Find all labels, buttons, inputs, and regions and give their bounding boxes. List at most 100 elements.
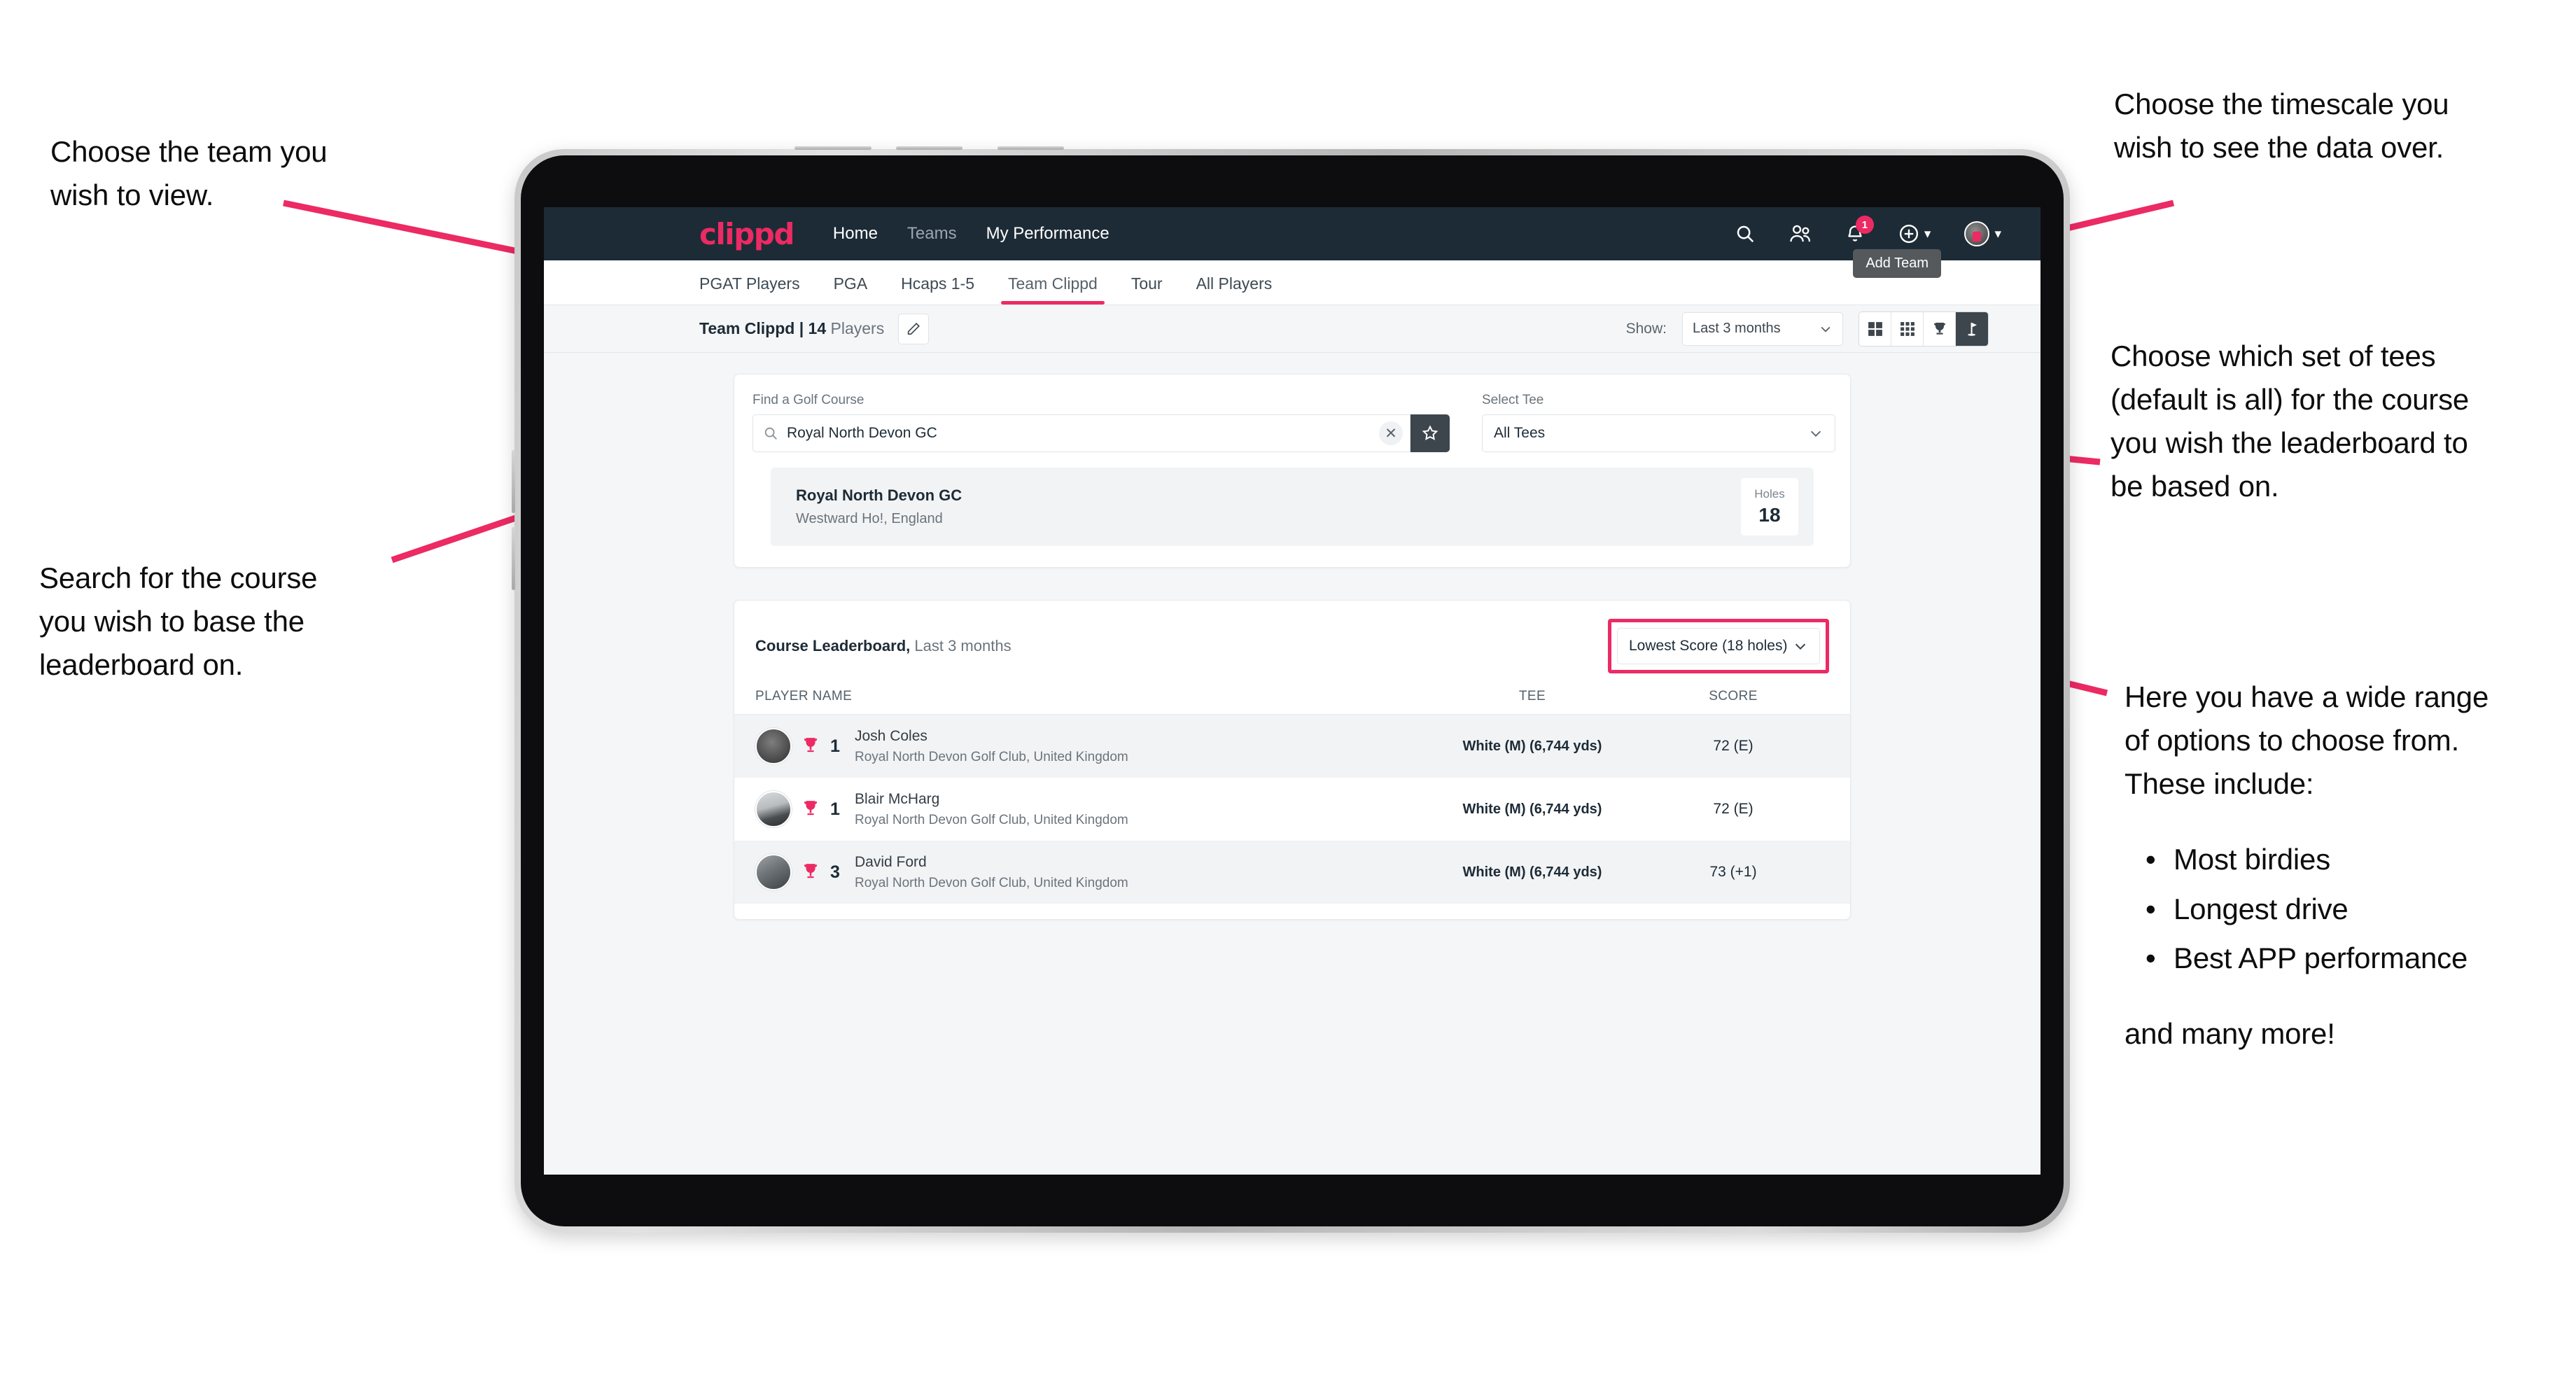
notification-count-badge: 1 bbox=[1855, 216, 1874, 234]
nav-link-home[interactable]: Home bbox=[833, 224, 878, 244]
timescale-select[interactable]: Last 3 months bbox=[1682, 312, 1843, 346]
bell-icon[interactable]: 1 bbox=[1845, 216, 1874, 244]
player-cell: 3 David Ford Royal North Devon Golf Club… bbox=[755, 854, 1427, 891]
annotation-options: Here you have a wide range of options to… bbox=[2124, 676, 2572, 1056]
annotation-options-list: • Most birdies • Longest drive • Best AP… bbox=[2124, 838, 2572, 979]
course-result-text: Royal North Devon GC Westward Ho!, Engla… bbox=[796, 486, 962, 527]
player-name: Josh Coles bbox=[855, 727, 927, 744]
column-player-name: PLAYER NAME bbox=[755, 689, 853, 704]
leaderboard-column-headers: PLAYER NAME TEE SCORE bbox=[734, 689, 1850, 715]
view-trophy-button[interactable] bbox=[1924, 312, 1956, 346]
antenna-band bbox=[896, 146, 962, 150]
tee-value: All Tees bbox=[1494, 425, 1546, 441]
course-search-input[interactable]: Royal North Devon GC ✕ bbox=[752, 414, 1410, 452]
player-score: 72 (E) bbox=[1713, 738, 1754, 754]
player-cell: 1 Blair McHarg Royal North Devon Golf Cl… bbox=[755, 791, 1427, 828]
find-course-label: Find a Golf Course bbox=[752, 393, 864, 407]
bullet-icon: • bbox=[2146, 892, 2156, 925]
leaderboard-metric-value: Lowest Score (18 holes) bbox=[1629, 638, 1788, 654]
player-info: Blair McHarg Royal North Devon Golf Club… bbox=[855, 791, 1128, 828]
tab-pgat-players[interactable]: PGAT Players bbox=[699, 274, 817, 304]
team-player-count: 14 bbox=[808, 319, 827, 337]
table-row[interactable]: 1 Blair McHarg Royal North Devon Golf Cl… bbox=[734, 778, 1850, 841]
chevron-down-icon bbox=[1795, 643, 1806, 650]
people-icon[interactable] bbox=[1789, 223, 1812, 244]
player-club: Royal North Devon Golf Club, United King… bbox=[855, 812, 1128, 827]
column-score: SCORE bbox=[1709, 689, 1758, 704]
player-info: David Ford Royal North Devon Golf Club, … bbox=[855, 854, 1128, 891]
player-cell: 1 Josh Coles Royal North Devon Golf Club… bbox=[755, 728, 1427, 765]
player-rank: 1 bbox=[830, 799, 840, 819]
player-info: Josh Coles Royal North Devon Golf Club, … bbox=[855, 728, 1128, 765]
edit-team-button[interactable] bbox=[898, 313, 930, 344]
search-icon[interactable] bbox=[1735, 223, 1756, 244]
player-tee: White (M) (6,744 yds) bbox=[1462, 864, 1602, 880]
player-name: David Ford bbox=[855, 853, 927, 870]
star-icon bbox=[1422, 425, 1438, 440]
avatar bbox=[1964, 221, 1990, 246]
view-grid-large-button[interactable] bbox=[1859, 312, 1891, 346]
chevron-down-icon bbox=[1810, 430, 1821, 437]
profile-menu[interactable]: ▾ bbox=[1964, 221, 2001, 246]
holes-badge: Holes 18 bbox=[1741, 478, 1798, 536]
grid-small-icon bbox=[1900, 321, 1914, 336]
team-tabs: PGAT Players PGA Hcaps 1-5 Team Clippd T… bbox=[544, 260, 2040, 305]
trophy-icon bbox=[1933, 322, 1945, 335]
select-tee-field: Select Tee All Tees bbox=[1482, 393, 1835, 452]
leaderboard-header: Course Leaderboard, Last 3 months Lowest… bbox=[734, 601, 1850, 689]
tab-hcaps-1-5[interactable]: Hcaps 1-5 bbox=[884, 274, 991, 304]
volume-button[interactable] bbox=[512, 527, 515, 590]
leaderboard-title: Course Leaderboard, Last 3 months bbox=[755, 637, 1011, 655]
avatar bbox=[755, 854, 792, 890]
show-label: Show: bbox=[1625, 320, 1667, 337]
nav-link-teams[interactable]: Teams bbox=[907, 224, 957, 244]
table-row[interactable]: 1 Josh Coles Royal North Devon Golf Club… bbox=[734, 715, 1850, 778]
main-content: Find a Golf Course Royal North Devon GC … bbox=[544, 353, 2040, 920]
player-rank: 3 bbox=[830, 862, 840, 882]
course-search-row: Find a Golf Course Royal North Devon GC … bbox=[752, 393, 1835, 452]
list-item: • Best APP performance bbox=[2124, 937, 2572, 980]
team-title: Team Clippd | 14 Players bbox=[699, 319, 884, 338]
tee-select[interactable]: All Tees bbox=[1482, 414, 1835, 452]
holes-label: Holes bbox=[1754, 487, 1785, 500]
leaderboard-metric-select[interactable]: Lowest Score (18 holes) bbox=[1617, 628, 1820, 664]
nav-link-my-performance[interactable]: My Performance bbox=[986, 224, 1110, 244]
course-search-card: Find a Golf Course Royal North Devon GC … bbox=[734, 374, 1851, 568]
annotation-tees: Choose which set of tees (default is all… bbox=[2110, 340, 2470, 503]
player-rank: 1 bbox=[830, 736, 840, 756]
view-mode-group bbox=[1858, 311, 1989, 346]
table-row[interactable]: 3 David Ford Royal North Devon Golf Club… bbox=[734, 841, 1850, 904]
search-icon bbox=[764, 427, 777, 440]
select-tee-label: Select Tee bbox=[1482, 393, 1544, 407]
tab-team-clippd[interactable]: Team Clippd bbox=[991, 274, 1114, 304]
close-icon[interactable]: ✕ bbox=[1379, 421, 1403, 445]
power-button[interactable] bbox=[794, 146, 872, 150]
tab-pga[interactable]: PGA bbox=[817, 274, 885, 304]
view-course-button[interactable] bbox=[1956, 312, 1988, 346]
player-club: Royal North Devon Golf Club, United King… bbox=[855, 749, 1128, 764]
golf-flag-icon bbox=[1968, 322, 1977, 336]
view-grid-small-button[interactable] bbox=[1891, 312, 1924, 346]
bullet-icon: • bbox=[2146, 843, 2156, 876]
course-search-value: Royal North Devon GC bbox=[787, 425, 937, 441]
chevron-down-icon: ▾ bbox=[1924, 226, 1931, 241]
player-name: Blair McHarg bbox=[855, 790, 940, 807]
chevron-down-icon: ▾ bbox=[1994, 226, 2001, 241]
toolbar-right: Show: Last 3 months bbox=[1625, 311, 1989, 346]
course-result-item[interactable]: Royal North Devon GC Westward Ho!, Engla… bbox=[771, 468, 1814, 546]
list-item: • Most birdies bbox=[2124, 838, 2572, 881]
add-button[interactable]: ▾ bbox=[1898, 223, 1931, 244]
add-team-tooltip: Add Team bbox=[1853, 249, 1941, 278]
volume-button[interactable] bbox=[512, 450, 515, 513]
trophy-icon bbox=[804, 864, 818, 878]
favourite-button[interactable] bbox=[1410, 414, 1450, 452]
tab-tour[interactable]: Tour bbox=[1114, 274, 1180, 304]
clippd-logo[interactable]: clippd bbox=[699, 217, 794, 251]
tab-all-players[interactable]: All Players bbox=[1180, 274, 1289, 304]
annotation-search-course: Search for the course you wish to base t… bbox=[39, 561, 318, 682]
player-tee: White (M) (6,744 yds) bbox=[1462, 738, 1602, 754]
page-root: Choose the team you wish to view. Search… bbox=[0, 0, 2576, 1386]
leaderboard-metric-highlight: Lowest Score (18 holes) bbox=[1608, 619, 1829, 673]
top-navbar: clippd Home Teams My Performance 1 ▾ ▾ bbox=[544, 207, 2040, 260]
find-course-field: Find a Golf Course Royal North Devon GC … bbox=[752, 393, 1450, 452]
